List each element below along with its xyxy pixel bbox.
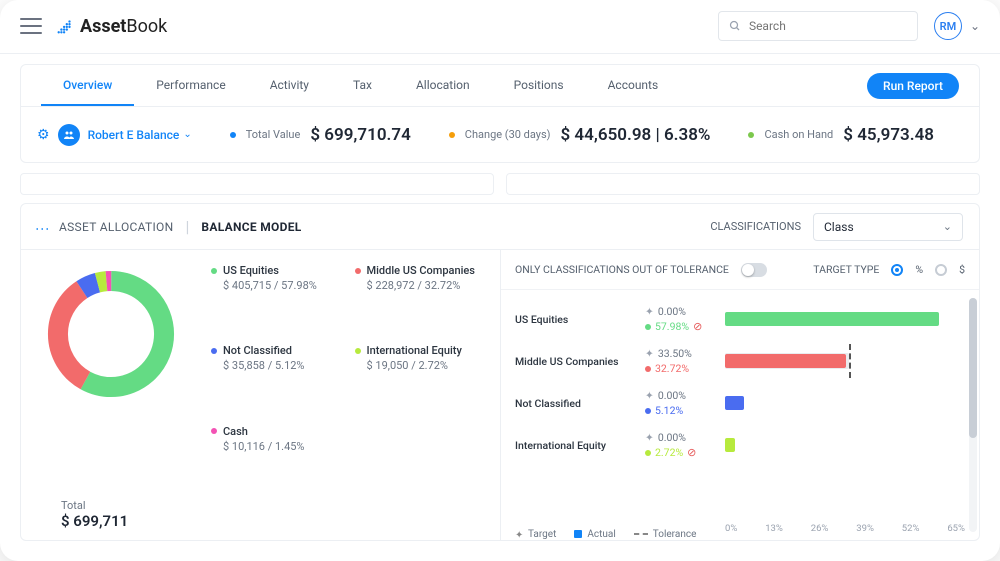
client-selector[interactable]: Robert E Balance ⌄ bbox=[88, 128, 192, 142]
card-body: US Equities$ 405,715 / 57.98%Middle US C… bbox=[21, 250, 979, 540]
user-avatar[interactable]: RM bbox=[934, 12, 962, 40]
legend-target: Target bbox=[528, 529, 556, 540]
tabs-bar: OverviewPerformanceActivityTaxAllocation… bbox=[20, 64, 980, 108]
app-window: AssetBook RM ⌄ OverviewPerformanceActivi… bbox=[0, 0, 1000, 561]
tab-performance[interactable]: Performance bbox=[134, 65, 247, 107]
dot-icon bbox=[449, 132, 455, 138]
tab-tax[interactable]: Tax bbox=[331, 65, 394, 107]
summary-bar: ⚙ Robert E Balance ⌄ Total Value $ 699,7… bbox=[20, 107, 980, 163]
target-type-dollar-radio[interactable] bbox=[935, 264, 947, 276]
brand-name-light: Book bbox=[126, 16, 167, 37]
classifications-select[interactable]: Class ⌄ bbox=[813, 213, 963, 241]
dot-icon bbox=[748, 132, 754, 138]
right-panel-header: ONLY CLASSIFICATIONS OUT OF TOLERANCE TA… bbox=[501, 250, 979, 290]
axis-tick: 39% bbox=[856, 523, 874, 534]
bar-axis: 0% 13% 26% 39% 52% 65% bbox=[725, 523, 965, 534]
card-header: ⋮ ASSET ALLOCATION | BALANCE MODEL CLASS… bbox=[21, 204, 979, 250]
bar-row: International Equity✦0.00%2.72% ⊘ bbox=[515, 424, 965, 466]
change-value: $ 44,650.98 | 6.38% bbox=[561, 125, 711, 145]
legend-item: Middle US Companies$ 228,972 / 32.72% bbox=[355, 264, 485, 332]
allocation-left: US Equities$ 405,715 / 57.98%Middle US C… bbox=[21, 250, 500, 540]
bar-rows: US Equities✦0.00%57.98% ⊘Middle US Compa… bbox=[501, 290, 979, 525]
total-value-label: Total Value bbox=[246, 128, 301, 141]
target-type-dollar-label: $ bbox=[959, 263, 965, 276]
cash-value: $ 45,973.48 bbox=[843, 125, 934, 145]
legend-item: Not Classified$ 35,858 / 5.12% bbox=[211, 344, 341, 412]
axis-tick: 65% bbox=[947, 523, 965, 534]
target-type-label: TARGET TYPE bbox=[813, 263, 879, 276]
people-icon bbox=[58, 124, 80, 146]
axis-tick: 26% bbox=[811, 523, 829, 534]
classifications-label: CLASSIFICATIONS bbox=[710, 220, 801, 233]
divider: | bbox=[185, 217, 189, 236]
allocation-right: ONLY CLASSIFICATIONS OUT OF TOLERANCE TA… bbox=[500, 250, 979, 540]
allocation-total: Total $ 699,711 bbox=[61, 499, 484, 530]
axis-tick: 13% bbox=[765, 523, 783, 534]
axis-tick: 0% bbox=[725, 523, 737, 534]
gear-icon[interactable]: ⚙ bbox=[37, 127, 50, 143]
tolerance-toggle[interactable] bbox=[741, 263, 767, 277]
search-icon bbox=[729, 20, 741, 32]
run-report-button[interactable]: Run Report bbox=[867, 73, 959, 99]
classifications-value: Class bbox=[824, 220, 854, 234]
card-subtitle: BALANCE MODEL bbox=[201, 220, 301, 234]
tolerance-toggle-label: ONLY CLASSIFICATIONS OUT OF TOLERANCE bbox=[515, 263, 729, 276]
brand-name-bold: Asset bbox=[80, 16, 126, 37]
change-label: Change (30 days) bbox=[465, 128, 551, 141]
bar-legend: ✦Target Actual Tolerance 0%13%26%39%52%6… bbox=[501, 525, 979, 540]
tab-overview[interactable]: Overview bbox=[41, 65, 134, 107]
total-value: $ 699,710.74 bbox=[310, 125, 410, 145]
chevron-down-icon: ⌄ bbox=[943, 220, 952, 233]
logo-icon bbox=[56, 17, 74, 35]
total-label: Total bbox=[61, 499, 484, 512]
target-type-percent-radio[interactable] bbox=[891, 264, 903, 276]
search-field[interactable] bbox=[749, 19, 907, 33]
bar-row: US Equities✦0.00%57.98% ⊘ bbox=[515, 298, 965, 340]
legend-item: Cash$ 10,116 / 1.45% bbox=[211, 425, 341, 493]
bar-row: Not Classified✦0.00%5.12% bbox=[515, 382, 965, 424]
brand-logo[interactable]: AssetBook bbox=[56, 16, 167, 37]
drag-handle-icon[interactable]: ⋮ bbox=[34, 222, 50, 232]
search-input[interactable] bbox=[718, 11, 918, 41]
tab-allocation[interactable]: Allocation bbox=[394, 65, 492, 107]
target-type-percent-label: % bbox=[915, 263, 923, 276]
app-header: AssetBook RM ⌄ bbox=[0, 0, 1000, 54]
tab-positions[interactable]: Positions bbox=[492, 65, 586, 107]
total-amount: $ 699,711 bbox=[61, 512, 484, 530]
axis-tick: 52% bbox=[902, 523, 920, 534]
placeholder-strip bbox=[20, 173, 980, 195]
dot-icon bbox=[230, 132, 236, 138]
donut-legend: US Equities$ 405,715 / 57.98%Middle US C… bbox=[211, 264, 484, 493]
card-title: ASSET ALLOCATION bbox=[59, 220, 173, 234]
tab-activity[interactable]: Activity bbox=[248, 65, 331, 107]
user-menu-chevron-icon[interactable]: ⌄ bbox=[970, 19, 980, 33]
menu-icon[interactable] bbox=[20, 18, 42, 34]
asset-allocation-card: ⋮ ASSET ALLOCATION | BALANCE MODEL CLASS… bbox=[20, 203, 980, 541]
cash-label: Cash on Hand bbox=[764, 128, 833, 141]
legend-item: US Equities$ 405,715 / 57.98% bbox=[211, 264, 341, 332]
legend-actual: Actual bbox=[587, 529, 615, 540]
donut-chart bbox=[41, 264, 181, 404]
legend-tolerance: Tolerance bbox=[653, 529, 697, 540]
bar-row: Middle US Companies✦33.50%32.72% bbox=[515, 340, 965, 382]
legend-item: International Equity$ 19,050 / 2.72% bbox=[355, 344, 485, 412]
client-name-text: Robert E Balance bbox=[88, 128, 180, 142]
chevron-down-icon: ⌄ bbox=[183, 129, 191, 140]
tab-accounts[interactable]: Accounts bbox=[586, 65, 681, 107]
scrollbar-vertical[interactable] bbox=[969, 298, 977, 532]
